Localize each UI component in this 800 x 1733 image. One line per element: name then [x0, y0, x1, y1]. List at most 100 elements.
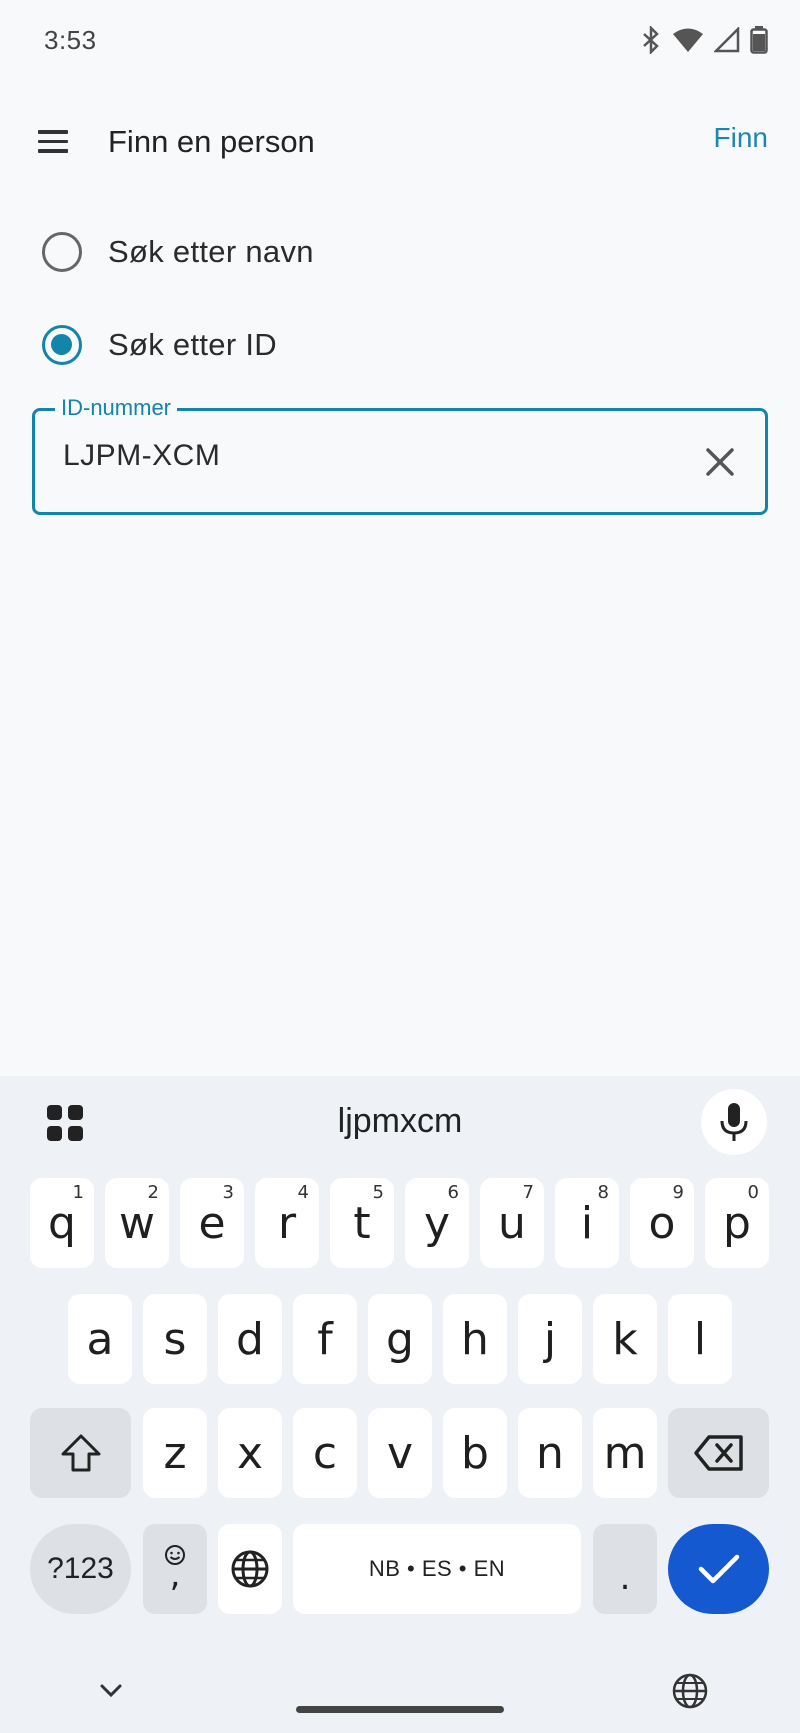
key-label: g	[386, 1313, 414, 1365]
key-label: u	[498, 1197, 526, 1249]
globe-icon	[231, 1550, 269, 1588]
page-title: Finn en person	[108, 124, 315, 159]
key-c[interactable]: c	[293, 1408, 357, 1498]
id-number-input[interactable]	[63, 439, 623, 473]
backspace-key[interactable]	[668, 1408, 769, 1498]
comma-label: ,	[169, 1555, 181, 1595]
key-label: x	[236, 1427, 264, 1479]
key-hint: 2	[147, 1182, 159, 1203]
key-e[interactable]: e3	[180, 1178, 244, 1268]
keyboard: ljpmxcm ?123 , NB • ES • EN . q 1 w 2 e …	[0, 1076, 800, 1733]
symbols-key-label: ?123	[47, 1552, 114, 1585]
key-label: v	[386, 1427, 414, 1479]
key-label: a	[86, 1313, 114, 1365]
key-label: m	[603, 1427, 647, 1479]
key-a[interactable]: a	[68, 1294, 132, 1384]
status-time: 3:53	[44, 24, 97, 55]
shift-key[interactable]	[30, 1408, 131, 1498]
key-label: c	[312, 1427, 338, 1479]
key-n[interactable]: n	[518, 1408, 582, 1498]
key-hint: 4	[297, 1182, 309, 1203]
word-suggestion[interactable]: ljpmxcm	[250, 1102, 550, 1141]
emoji-comma-key[interactable]: ,	[143, 1524, 207, 1614]
chevron-down-icon[interactable]	[96, 1676, 126, 1706]
shift-icon	[61, 1434, 100, 1472]
key-u[interactable]: u7	[480, 1178, 544, 1268]
key-d[interactable]: d	[218, 1294, 282, 1384]
key-f[interactable]: f	[293, 1294, 357, 1384]
key-label: k	[612, 1313, 638, 1365]
key-w[interactable]: w2	[105, 1178, 169, 1268]
key-y[interactable]: y6	[405, 1178, 469, 1268]
key-label: i	[580, 1197, 594, 1249]
home-indicator[interactable]	[296, 1706, 504, 1713]
search-by-id-label: Søk etter ID	[108, 327, 277, 362]
status-icons	[640, 26, 768, 54]
key-k[interactable]: k	[593, 1294, 657, 1384]
period-key[interactable]: .	[593, 1524, 657, 1614]
key-j[interactable]: j	[518, 1294, 582, 1384]
key-x[interactable]: x	[218, 1408, 282, 1498]
key-label: h	[461, 1313, 489, 1365]
symbols-key[interactable]: ?123	[30, 1524, 131, 1614]
apps-grid-icon[interactable]	[46, 1104, 84, 1142]
menu-icon[interactable]	[38, 124, 72, 158]
language-icon[interactable]	[670, 1671, 710, 1711]
language-switch-key[interactable]	[218, 1524, 282, 1614]
key-s[interactable]: s	[143, 1294, 207, 1384]
key-g[interactable]: g	[368, 1294, 432, 1384]
key-hint: 6	[447, 1182, 459, 1203]
key-label: l	[693, 1313, 707, 1365]
search-by-name-radio[interactable]	[42, 232, 82, 272]
key-h[interactable]: h	[443, 1294, 507, 1384]
key-label: p	[723, 1197, 751, 1249]
id-number-label: ID-nummer	[55, 395, 178, 421]
key-i[interactable]: i8	[555, 1178, 619, 1268]
enter-key[interactable]	[668, 1524, 769, 1614]
keyboard-toolbar: ljpmxcm	[0, 1076, 800, 1174]
search-by-id-radio[interactable]	[42, 325, 82, 365]
key-m[interactable]: m	[593, 1408, 657, 1498]
battery-icon	[750, 26, 768, 54]
key-hint: 1	[72, 1182, 84, 1203]
clear-icon[interactable]	[703, 445, 737, 479]
mic-icon	[720, 1103, 748, 1141]
key-z[interactable]: z	[143, 1408, 207, 1498]
key-o[interactable]: o9	[630, 1178, 694, 1268]
key-label: z	[163, 1427, 187, 1479]
key-hint: 9	[672, 1182, 684, 1203]
key-hint: 8	[597, 1182, 609, 1203]
key-label: b	[461, 1427, 489, 1479]
key-r[interactable]: r4	[255, 1178, 319, 1268]
key-v[interactable]: v	[368, 1408, 432, 1498]
search-by-name-option[interactable]: Søk etter navn	[0, 212, 800, 292]
key-t[interactable]: t5	[330, 1178, 394, 1268]
key-q[interactable]: q1	[30, 1178, 94, 1268]
app-bar: Finn en person Finn	[0, 100, 800, 184]
key-label: y	[423, 1197, 451, 1249]
search-by-id-option[interactable]: Søk etter ID	[0, 305, 800, 385]
key-label: f	[317, 1313, 333, 1365]
mic-button[interactable]	[701, 1089, 767, 1155]
key-l[interactable]: l	[668, 1294, 732, 1384]
id-number-field[interactable]: ID-nummer	[32, 395, 768, 515]
keyboard-nav-bar	[0, 1666, 800, 1733]
bluetooth-icon	[643, 26, 659, 54]
key-label: q	[48, 1197, 76, 1249]
key-label: n	[536, 1427, 564, 1479]
key-b[interactable]: b	[443, 1408, 507, 1498]
search-by-name-label: Søk etter navn	[108, 234, 314, 269]
key-p[interactable]: p0	[705, 1178, 769, 1268]
key-label: o	[648, 1197, 676, 1249]
checkmark-icon	[698, 1554, 739, 1584]
period-label: .	[619, 1558, 631, 1598]
key-label: t	[353, 1197, 371, 1249]
key-label: d	[236, 1313, 264, 1365]
key-hint: 3	[222, 1182, 234, 1203]
key-hint: 7	[522, 1182, 534, 1203]
find-button[interactable]: Finn	[714, 122, 768, 154]
key-hint: 5	[372, 1182, 384, 1203]
wifi-icon	[673, 28, 703, 52]
key-label: e	[198, 1197, 226, 1249]
space-key[interactable]: NB • ES • EN	[293, 1524, 581, 1614]
